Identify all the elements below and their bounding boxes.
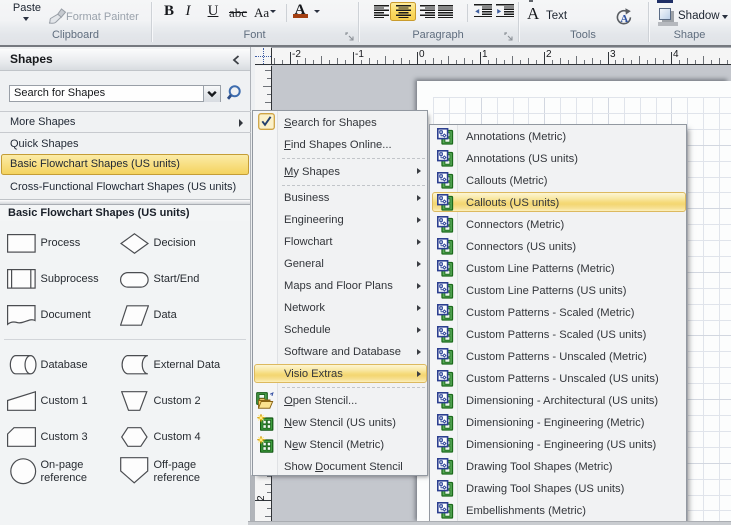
svg-text:A: A bbox=[620, 13, 628, 25]
